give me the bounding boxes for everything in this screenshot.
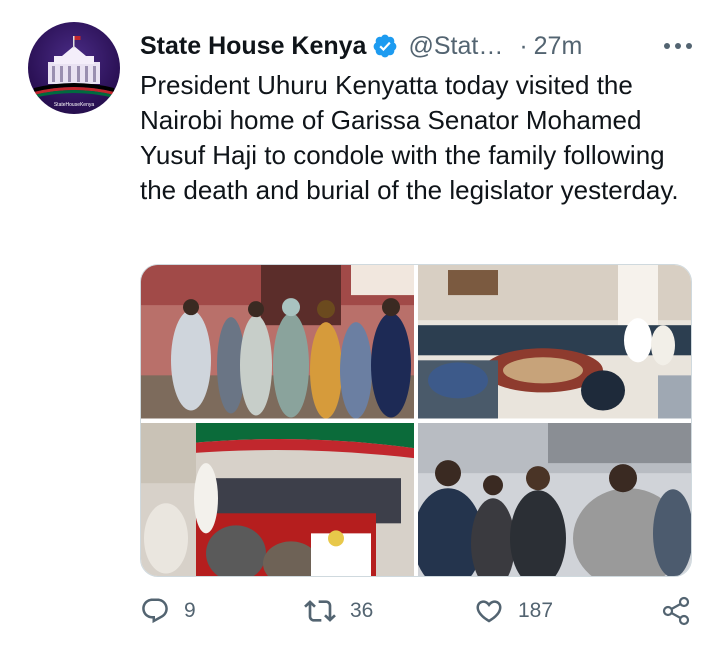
share-icon	[662, 596, 690, 626]
reply-count: 9	[184, 599, 196, 622]
reply-icon	[142, 598, 168, 624]
photo-3[interactable]	[141, 422, 414, 576]
author-handle[interactable]: @Stat…	[408, 32, 503, 61]
retweet-button[interactable]: 36	[304, 595, 373, 627]
profile-avatar[interactable]: StateHouseKenya	[28, 22, 120, 114]
like-heart-icon	[476, 600, 502, 623]
photo-4[interactable]	[418, 422, 691, 576]
share-button[interactable]	[660, 595, 692, 627]
tweet-text: President Uhuru Kenyatta today visited t…	[140, 70, 679, 205]
tweet-card[interactable]: StateHouseKenya State House Kenya @Stat……	[0, 0, 720, 645]
photo-2[interactable]	[418, 265, 691, 419]
header-separator: ·	[519, 31, 528, 60]
tweet-actions: 9 36 187	[140, 590, 692, 632]
state-house-logo-icon: StateHouseKenya	[34, 36, 114, 108]
reply-button[interactable]: 9	[140, 596, 196, 626]
like-button[interactable]: 187	[474, 596, 553, 626]
tweet-header: State House Kenya @Stat… · 27m	[140, 26, 692, 66]
retweet-icon	[304, 600, 336, 622]
like-count: 187	[518, 599, 554, 622]
media-grid	[140, 264, 692, 577]
verified-badge-icon	[372, 33, 398, 59]
author-name[interactable]: State House Kenya	[140, 32, 366, 61]
retweet-count: 36	[350, 599, 374, 622]
photo-1[interactable]	[141, 265, 414, 419]
more-options-icon[interactable]	[664, 26, 692, 66]
tweet-timestamp[interactable]: 27m	[534, 32, 583, 61]
svg-text:StateHouseKenya: StateHouseKenya	[54, 102, 95, 108]
